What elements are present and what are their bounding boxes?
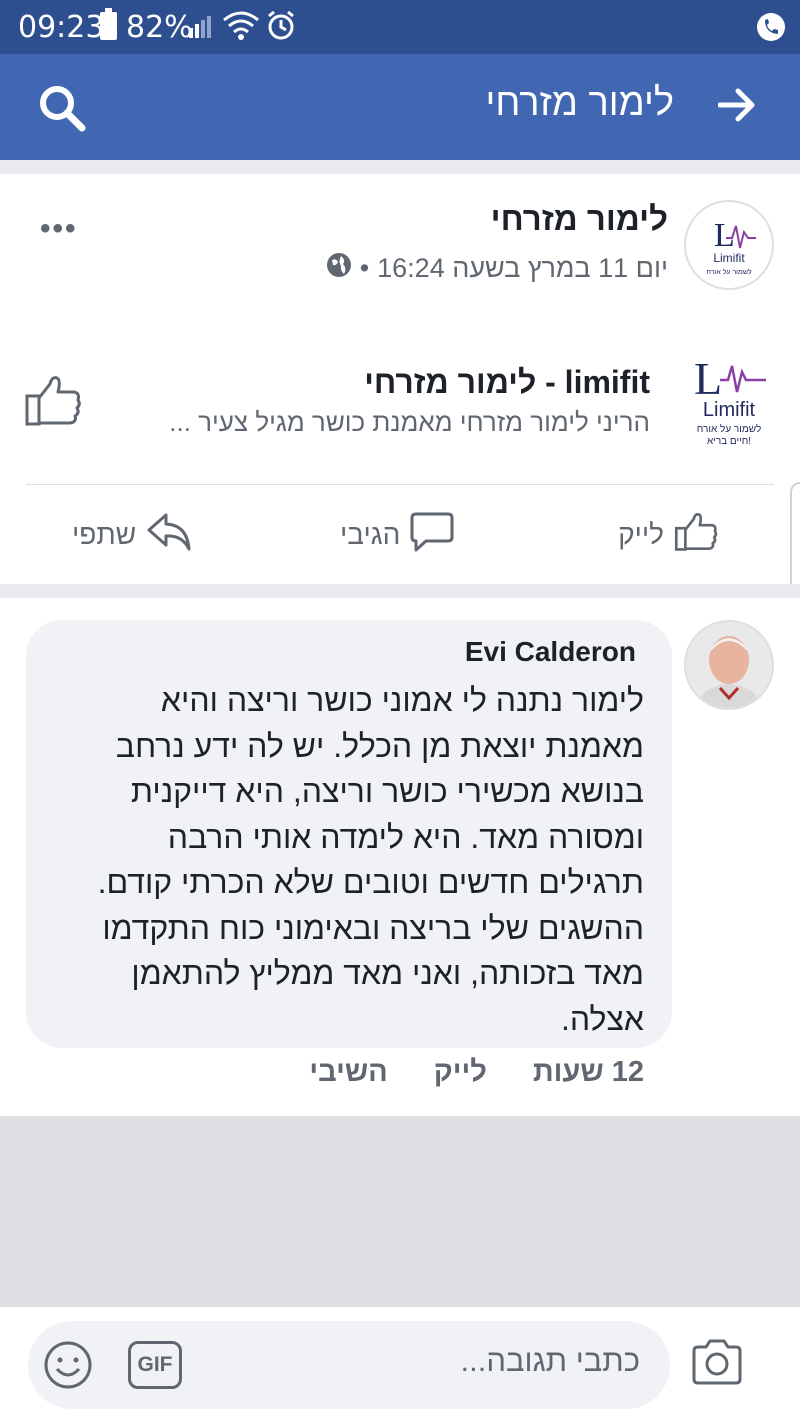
comment-like-button[interactable]: לייק — [434, 1056, 487, 1089]
comment-input[interactable]: GIF כתבי תגובה... — [28, 1321, 670, 1409]
comment-icon — [410, 511, 454, 560]
comment-text: לימור נתנה לי אמוני כושר וריצה והיא מאמנ… — [97, 682, 644, 1037]
status-time: 09:23 — [18, 10, 105, 45]
page-title: לימור מזרחי — [485, 82, 674, 124]
svg-text:לשמור על אורח: לשמור על אורח — [706, 268, 751, 276]
comment-composer: GIF כתבי תגובה... — [0, 1306, 800, 1422]
gif-icon[interactable]: GIF — [128, 1341, 182, 1389]
comment-section: Evi Calderon לימור נתנה לי אמוני כושר ור… — [0, 598, 800, 1116]
like-button[interactable]: לייק — [618, 512, 718, 558]
svg-text:L: L — [694, 353, 722, 404]
page-avatar[interactable]: L Limifit לשמור על אורח — [684, 200, 774, 290]
signal-icon — [188, 14, 218, 45]
comment-button[interactable]: הגיבי — [340, 512, 454, 558]
more-options-icon[interactable]: ••• — [40, 212, 78, 246]
divider-band — [0, 160, 800, 174]
camera-icon[interactable] — [690, 1339, 744, 1390]
battery-icon — [100, 8, 117, 40]
call-icon — [756, 12, 786, 47]
globe-icon — [326, 252, 352, 285]
empty-area — [0, 1116, 800, 1306]
shared-page-title[interactable]: limifit - לימור מזרחי — [364, 364, 650, 401]
search-icon[interactable] — [38, 84, 86, 137]
battery-level: 82% — [126, 10, 193, 45]
avatar[interactable] — [684, 620, 774, 710]
post-divider — [26, 484, 774, 485]
wifi-icon — [222, 10, 260, 47]
comment-label: הגיבי — [340, 519, 401, 550]
share-label: שתפי — [72, 519, 137, 550]
status-bar: 09:23 82% — [0, 0, 800, 54]
svg-text:חיים בריא!: חיים בריא! — [707, 436, 751, 447]
meta-separator: • — [359, 253, 370, 283]
svg-text:לשמור על אורח: לשמור על אורח — [697, 423, 762, 435]
comment-reply-button[interactable]: השיבי — [309, 1056, 387, 1089]
post-author[interactable]: לימור מזרחי — [491, 200, 668, 238]
svg-text:Limifit: Limifit — [703, 399, 756, 421]
comment-actions: 12 שעות לייק השיבי — [309, 1056, 644, 1089]
comment-bubble: Evi Calderon לימור נתנה לי אמוני כושר ור… — [26, 620, 672, 1048]
share-icon — [146, 511, 192, 560]
comment-time: 12 שעות — [532, 1056, 644, 1088]
like-label: לייק — [618, 519, 664, 550]
emoji-icon[interactable] — [42, 1339, 94, 1396]
back-arrow-icon[interactable] — [717, 88, 756, 127]
shared-page-logo[interactable]: L Limifit לשמור על אורח חיים בריא! — [688, 350, 770, 450]
post-timestamp[interactable]: יום 11 במרץ בשעה 16:24 — [377, 253, 668, 284]
svg-text:L: L — [714, 217, 735, 254]
like-icon — [674, 511, 718, 560]
svg-text:Limifit: Limifit — [713, 251, 745, 265]
app-header: לימור מזרחי — [0, 54, 800, 160]
page-like-icon[interactable] — [24, 374, 82, 433]
divider-band — [0, 584, 800, 598]
comment-author[interactable]: Evi Calderon — [465, 636, 636, 668]
comment-placeholder: כתבי תגובה... — [460, 1343, 640, 1378]
post-meta: יום 11 במרץ בשעה 16:24 • — [326, 252, 668, 285]
shared-page-subtitle: הריני לימור מזרחי מאמנת כושר מגיל צעיר .… — [169, 407, 650, 437]
share-button[interactable]: שתפי — [72, 512, 192, 558]
post-card: L Limifit לשמור על אורח לימור מזרחי יום … — [0, 174, 800, 744]
alarm-icon — [266, 10, 296, 47]
